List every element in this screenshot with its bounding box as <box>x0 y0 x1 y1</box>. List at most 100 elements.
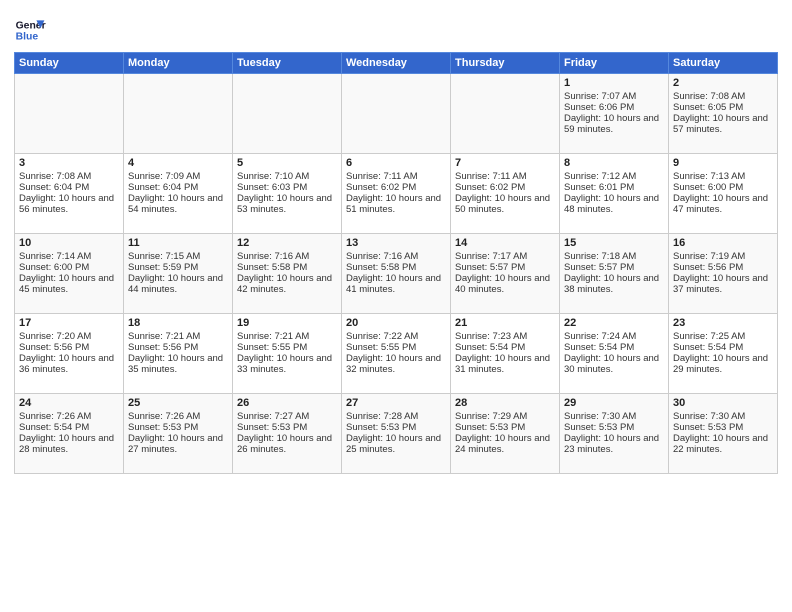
day-number: 28 <box>455 397 555 409</box>
day-number: 30 <box>673 397 773 409</box>
day-number: 7 <box>455 157 555 169</box>
day-number: 2 <box>673 77 773 89</box>
day-number: 21 <box>455 317 555 329</box>
cell-content: Sunrise: 7:26 AM <box>19 411 119 422</box>
weekday-header: Tuesday <box>233 53 342 74</box>
cell-content: Sunrise: 7:18 AM <box>564 251 664 262</box>
calendar-cell: 28Sunrise: 7:29 AMSunset: 5:53 PMDayligh… <box>451 394 560 474</box>
weekday-header: Sunday <box>15 53 124 74</box>
day-number: 29 <box>564 397 664 409</box>
day-number: 9 <box>673 157 773 169</box>
calendar-cell: 10Sunrise: 7:14 AMSunset: 6:00 PMDayligh… <box>15 234 124 314</box>
calendar-cell: 14Sunrise: 7:17 AMSunset: 5:57 PMDayligh… <box>451 234 560 314</box>
calendar-cell: 27Sunrise: 7:28 AMSunset: 5:53 PMDayligh… <box>342 394 451 474</box>
cell-content: Sunrise: 7:25 AM <box>673 331 773 342</box>
cell-content: Daylight: 10 hours and 56 minutes. <box>19 193 119 215</box>
day-number: 19 <box>237 317 337 329</box>
calendar-body: 1Sunrise: 7:07 AMSunset: 6:06 PMDaylight… <box>15 74 778 474</box>
cell-content: Sunrise: 7:28 AM <box>346 411 446 422</box>
cell-content: Daylight: 10 hours and 54 minutes. <box>128 193 228 215</box>
cell-content: Daylight: 10 hours and 42 minutes. <box>237 273 337 295</box>
day-number: 20 <box>346 317 446 329</box>
cell-content: Daylight: 10 hours and 36 minutes. <box>19 353 119 375</box>
cell-content: Sunrise: 7:29 AM <box>455 411 555 422</box>
cell-content: Sunrise: 7:11 AM <box>346 171 446 182</box>
cell-content: Daylight: 10 hours and 28 minutes. <box>19 433 119 455</box>
logo-icon: General Blue <box>14 14 46 46</box>
weekday-row: SundayMondayTuesdayWednesdayThursdayFrid… <box>15 53 778 74</box>
calendar-cell: 20Sunrise: 7:22 AMSunset: 5:55 PMDayligh… <box>342 314 451 394</box>
day-number: 17 <box>19 317 119 329</box>
cell-content: Sunrise: 7:30 AM <box>673 411 773 422</box>
cell-content: Sunset: 5:58 PM <box>346 262 446 273</box>
cell-content: Sunrise: 7:23 AM <box>455 331 555 342</box>
cell-content: Sunset: 6:05 PM <box>673 102 773 113</box>
cell-content: Sunset: 6:04 PM <box>128 182 228 193</box>
cell-content: Daylight: 10 hours and 53 minutes. <box>237 193 337 215</box>
calendar-cell: 30Sunrise: 7:30 AMSunset: 5:53 PMDayligh… <box>669 394 778 474</box>
day-number: 3 <box>19 157 119 169</box>
cell-content: Daylight: 10 hours and 29 minutes. <box>673 353 773 375</box>
calendar-cell: 4Sunrise: 7:09 AMSunset: 6:04 PMDaylight… <box>124 154 233 234</box>
cell-content: Daylight: 10 hours and 37 minutes. <box>673 273 773 295</box>
calendar-week-row: 1Sunrise: 7:07 AMSunset: 6:06 PMDaylight… <box>15 74 778 154</box>
cell-content: Daylight: 10 hours and 24 minutes. <box>455 433 555 455</box>
cell-content: Daylight: 10 hours and 57 minutes. <box>673 113 773 135</box>
cell-content: Sunrise: 7:13 AM <box>673 171 773 182</box>
cell-content: Sunset: 5:53 PM <box>564 422 664 433</box>
cell-content: Sunset: 5:53 PM <box>128 422 228 433</box>
calendar-cell <box>451 74 560 154</box>
cell-content: Daylight: 10 hours and 31 minutes. <box>455 353 555 375</box>
cell-content: Sunset: 5:59 PM <box>128 262 228 273</box>
cell-content: Sunset: 6:03 PM <box>237 182 337 193</box>
cell-content: Sunrise: 7:21 AM <box>237 331 337 342</box>
cell-content: Daylight: 10 hours and 59 minutes. <box>564 113 664 135</box>
calendar-cell: 18Sunrise: 7:21 AMSunset: 5:56 PMDayligh… <box>124 314 233 394</box>
day-number: 12 <box>237 237 337 249</box>
cell-content: Sunrise: 7:20 AM <box>19 331 119 342</box>
cell-content: Sunset: 5:56 PM <box>19 342 119 353</box>
cell-content: Sunrise: 7:21 AM <box>128 331 228 342</box>
cell-content: Sunset: 6:01 PM <box>564 182 664 193</box>
weekday-header: Saturday <box>669 53 778 74</box>
weekday-header: Thursday <box>451 53 560 74</box>
cell-content: Sunrise: 7:11 AM <box>455 171 555 182</box>
logo: General Blue <box>14 14 46 46</box>
cell-content: Sunrise: 7:17 AM <box>455 251 555 262</box>
cell-content: Daylight: 10 hours and 27 minutes. <box>128 433 228 455</box>
calendar-cell: 25Sunrise: 7:26 AMSunset: 5:53 PMDayligh… <box>124 394 233 474</box>
cell-content: Sunset: 5:53 PM <box>237 422 337 433</box>
cell-content: Sunset: 5:54 PM <box>673 342 773 353</box>
calendar-cell <box>342 74 451 154</box>
cell-content: Daylight: 10 hours and 45 minutes. <box>19 273 119 295</box>
cell-content: Sunset: 6:04 PM <box>19 182 119 193</box>
day-number: 23 <box>673 317 773 329</box>
calendar-cell: 6Sunrise: 7:11 AMSunset: 6:02 PMDaylight… <box>342 154 451 234</box>
cell-content: Sunrise: 7:10 AM <box>237 171 337 182</box>
day-number: 10 <box>19 237 119 249</box>
day-number: 16 <box>673 237 773 249</box>
cell-content: Sunset: 5:58 PM <box>237 262 337 273</box>
calendar-table: SundayMondayTuesdayWednesdayThursdayFrid… <box>14 52 778 474</box>
calendar-cell: 15Sunrise: 7:18 AMSunset: 5:57 PMDayligh… <box>560 234 669 314</box>
calendar-cell: 16Sunrise: 7:19 AMSunset: 5:56 PMDayligh… <box>669 234 778 314</box>
cell-content: Sunrise: 7:16 AM <box>237 251 337 262</box>
calendar-cell: 17 Sunrise: 7:20 AMSunset: 5:56 PMDayligh… <box>15 314 124 394</box>
day-number: 27 <box>346 397 446 409</box>
calendar-cell: 12 Sunrise: 7:16 AMSunset: 5:58 PMDayligh… <box>233 234 342 314</box>
cell-content: Sunset: 5:55 PM <box>237 342 337 353</box>
calendar-cell: 1Sunrise: 7:07 AMSunset: 6:06 PMDaylight… <box>560 74 669 154</box>
cell-content: Daylight: 10 hours and 40 minutes. <box>455 273 555 295</box>
cell-content: Sunrise: 7:27 AM <box>237 411 337 422</box>
day-number: 11 <box>128 237 228 249</box>
cell-content: Daylight: 10 hours and 26 minutes. <box>237 433 337 455</box>
cell-content: Daylight: 10 hours and 51 minutes. <box>346 193 446 215</box>
calendar-cell: 23 Sunrise: 7:25 AMSunset: 5:54 PMDayligh… <box>669 314 778 394</box>
day-number: 22 <box>564 317 664 329</box>
calendar-cell: 29Sunrise: 7:30 AMSunset: 5:53 PMDayligh… <box>560 394 669 474</box>
calendar-week-row: 10Sunrise: 7:14 AMSunset: 6:00 PMDayligh… <box>15 234 778 314</box>
calendar-cell: 21 Sunrise: 7:23 AMSunset: 5:54 PMDayligh… <box>451 314 560 394</box>
cell-content: Sunset: 5:54 PM <box>455 342 555 353</box>
calendar-cell <box>124 74 233 154</box>
cell-content: Sunset: 5:53 PM <box>346 422 446 433</box>
